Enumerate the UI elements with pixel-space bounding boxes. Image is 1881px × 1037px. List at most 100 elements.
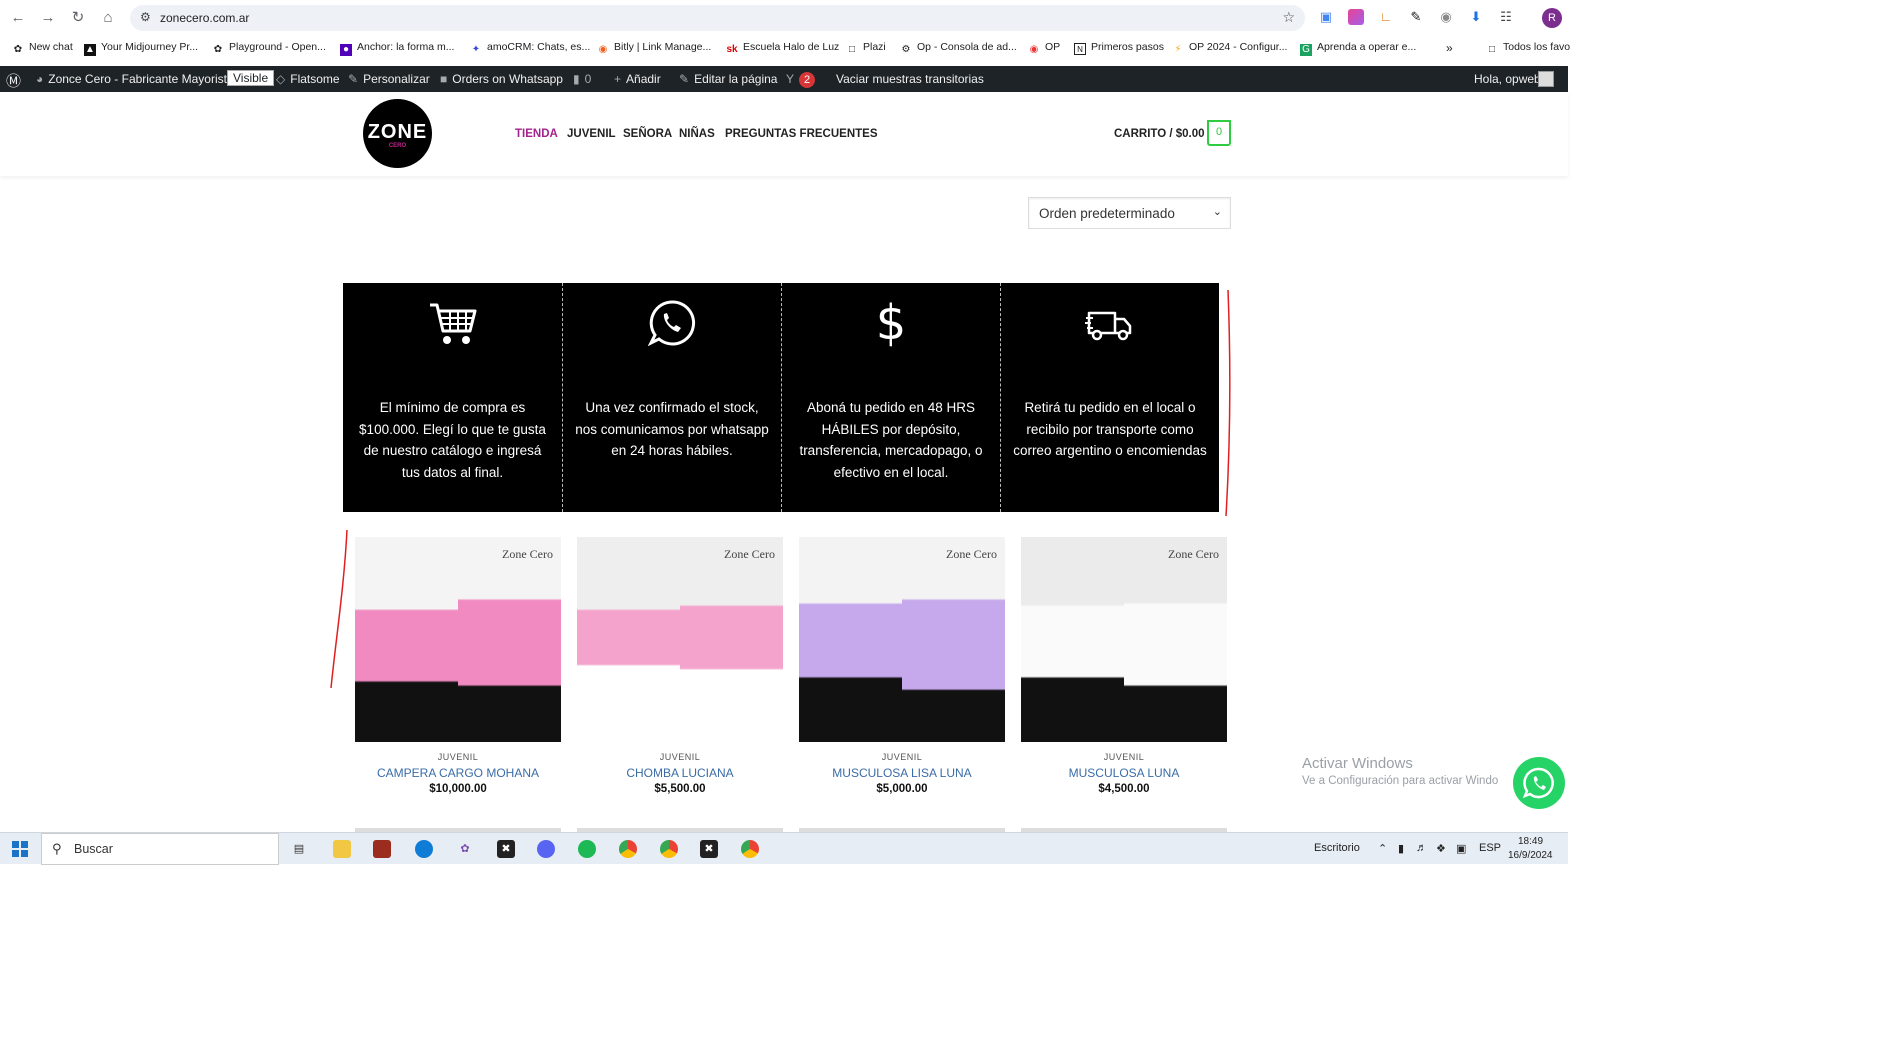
wordpress-icon[interactable]: Ⓜ bbox=[6, 70, 21, 91]
product-image-brand: Zone Cero bbox=[946, 547, 997, 561]
language-indicator[interactable]: ESP bbox=[1479, 842, 1501, 854]
wp-greeting[interactable]: Hola, opweb bbox=[1474, 72, 1541, 86]
whatsapp-float-button[interactable] bbox=[1513, 757, 1565, 809]
network-icon[interactable]: ▣ bbox=[1456, 842, 1466, 855]
chevron-up-icon[interactable]: ⌃ bbox=[1378, 842, 1387, 855]
site-logo[interactable]: ZONE CERO bbox=[363, 99, 432, 168]
bookmark-item[interactable]: ▲ Your Midjourney Pr... bbox=[84, 41, 198, 56]
info-box: Retirá tu pedido en el local o recibilo … bbox=[1000, 283, 1219, 512]
wp-orders-whatsapp[interactable]: ■ Orders on Whatsapp bbox=[440, 72, 563, 86]
reload-icon[interactable]: ↻ bbox=[68, 8, 88, 28]
avatar[interactable] bbox=[1538, 71, 1554, 87]
folder-icon: ■ bbox=[440, 72, 448, 86]
home-icon[interactable]: ⌂ bbox=[98, 8, 118, 28]
product-image[interactable]: Zone Cero bbox=[1021, 537, 1227, 742]
product-category[interactable]: JUVENIL bbox=[577, 752, 783, 762]
edge-icon[interactable] bbox=[415, 840, 433, 858]
extension-download-icon[interactable]: ⬇ bbox=[1468, 9, 1484, 25]
extension-translate-icon[interactable]: ▣ bbox=[1318, 9, 1334, 25]
bookmark-folder-all[interactable]: □ Todos los favo bbox=[1486, 41, 1570, 56]
extension-eyedropper-icon[interactable]: ✎ bbox=[1408, 9, 1424, 25]
annotation-line-left bbox=[330, 529, 348, 689]
dropbox-icon[interactable]: ❖ bbox=[1436, 842, 1446, 855]
menu-item-tienda[interactable]: TIENDA bbox=[515, 128, 558, 140]
info-box-text: Aboná tu pedido en 48 HRS HÁBILES por de… bbox=[799, 400, 983, 480]
windows-start-icon[interactable] bbox=[12, 841, 28, 857]
chrome-active-icon[interactable] bbox=[741, 840, 759, 858]
bookmark-item[interactable]: sk Escuela Halo de Luz bbox=[726, 41, 839, 56]
bookmark-item[interactable]: ⚙ Op - Consola de ad... bbox=[900, 41, 1017, 56]
bookmark-item[interactable]: ● Anchor: la forma m... bbox=[340, 41, 454, 56]
wp-comments[interactable]: ▮ 0 bbox=[573, 72, 591, 86]
cart-link[interactable]: CARRITO / $0.00 bbox=[1114, 128, 1205, 140]
wp-site-name[interactable]: ◕ Zonce Cero - Fabricante Mayorista bbox=[36, 72, 234, 86]
spotify-icon[interactable] bbox=[578, 840, 596, 858]
site-settings-icon[interactable]: ⚙ bbox=[140, 10, 151, 24]
product-image-brand: Zone Cero bbox=[1168, 547, 1219, 561]
clock-date[interactable]: 16/9/2024 bbox=[1508, 850, 1553, 861]
chrome-profile-icon[interactable] bbox=[660, 840, 678, 858]
product-title[interactable]: MUSCULOSA LISA LUNA bbox=[799, 766, 1005, 780]
chrome-icon[interactable] bbox=[619, 840, 637, 858]
discord-icon[interactable] bbox=[537, 840, 555, 858]
product-image[interactable]: Zone Cero bbox=[577, 537, 783, 742]
product-title[interactable]: MUSCULOSA LUNA bbox=[1021, 766, 1227, 780]
task-view-icon[interactable]: ▤ bbox=[290, 840, 308, 858]
product-title[interactable]: CHOMBA LUCIANA bbox=[577, 766, 783, 780]
bookmark-item[interactable]: ✿ Playground - Open... bbox=[212, 41, 326, 56]
sort-select[interactable]: Orden predeterminado ⌄ bbox=[1028, 197, 1231, 229]
product-category[interactable]: JUVENIL bbox=[799, 752, 1005, 762]
extension-camera-icon[interactable]: ◉ bbox=[1438, 9, 1454, 25]
cart-count-badge[interactable]: 0 bbox=[1207, 120, 1231, 146]
wp-yoast[interactable]: Y2 bbox=[786, 72, 816, 88]
battery-icon[interactable]: ▮ bbox=[1398, 842, 1404, 855]
forward-icon[interactable]: → bbox=[38, 8, 58, 28]
back-icon[interactable]: ← bbox=[8, 8, 28, 28]
bookmark-item[interactable]: ✿ New chat bbox=[12, 41, 73, 56]
extensions-puzzle-icon[interactable]: ☷ bbox=[1498, 9, 1514, 25]
extension-gradient-icon[interactable] bbox=[1348, 9, 1364, 25]
capcut-icon[interactable]: ✖ bbox=[700, 840, 718, 858]
menu-item-senora[interactable]: SEÑORA bbox=[623, 128, 672, 140]
bookmark-item[interactable]: ◉ OP bbox=[1028, 41, 1061, 56]
bookmark-item[interactable]: N Primeros pasos bbox=[1074, 41, 1164, 55]
bookmark-item[interactable]: ◉ Bitly | Link Manage... bbox=[597, 41, 712, 56]
wp-flatsome[interactable]: ◇ Flatsome bbox=[276, 72, 340, 86]
taskbar-search-placeholder: Buscar bbox=[74, 842, 113, 856]
address-bar[interactable]: ⚙ zonecero.com.ar ☆ bbox=[130, 5, 1305, 31]
capcut-icon[interactable]: ✖ bbox=[497, 840, 515, 858]
menu-item-preguntas-frecuentes[interactable]: PREGUNTAS FRECUENTES bbox=[725, 128, 878, 140]
wp-personalizar[interactable]: ✎ Personalizar bbox=[348, 72, 430, 86]
product-image-brand: Zone Cero bbox=[502, 547, 553, 561]
bookmark-item[interactable]: G Aprenda a operar e... bbox=[1300, 41, 1416, 56]
wp-edit-page[interactable]: ✎ Editar la página bbox=[679, 72, 777, 86]
file-explorer-icon[interactable] bbox=[333, 840, 351, 858]
extension-ruler-icon[interactable]: ∟ bbox=[1378, 9, 1394, 25]
taskbar-search[interactable]: ⚲ Buscar bbox=[41, 833, 279, 865]
menu-item-juvenil[interactable]: JUVENIL bbox=[567, 128, 616, 140]
menu-item-ninas[interactable]: NIÑAS bbox=[679, 128, 715, 140]
info-box-text: Una vez confirmado el stock, nos comunic… bbox=[575, 400, 769, 458]
wp-add-new[interactable]: + Añadir bbox=[614, 72, 661, 86]
product-category[interactable]: JUVENIL bbox=[355, 752, 561, 762]
bookmark-item[interactable]: ✦ amoCRM: Chats, es... bbox=[470, 41, 590, 56]
paint-icon[interactable]: ✿ bbox=[456, 840, 474, 858]
winrar-icon[interactable] bbox=[373, 840, 391, 858]
wp-purge-transients[interactable]: Vaciar muestras transitorias bbox=[836, 72, 984, 86]
more-bookmarks-icon[interactable]: » bbox=[1446, 41, 1453, 55]
product-category[interactable]: JUVENIL bbox=[1021, 752, 1227, 762]
product-title[interactable]: CAMPERA CARGO MOHANA bbox=[355, 766, 561, 780]
bookmark-star-icon[interactable]: ☆ bbox=[1282, 9, 1295, 26]
bookmark-item[interactable]: □ Plazi bbox=[846, 41, 886, 56]
windows-taskbar: ⚲ Buscar ▤ ✿ ✖ ✖ Escritorio ⌃ ▮ ♬ ❖ ▣ ES… bbox=[0, 832, 1568, 865]
bookmark-item[interactable]: ⚡ OP 2024 - Configur... bbox=[1172, 41, 1287, 56]
product-image[interactable]: Zone Cero bbox=[355, 537, 561, 742]
profile-avatar[interactable]: R bbox=[1542, 8, 1562, 28]
clock-time[interactable]: 18:49 bbox=[1518, 836, 1543, 847]
volume-icon[interactable]: ♬ bbox=[1416, 842, 1427, 854]
op-icon: ◉ bbox=[1029, 44, 1039, 55]
desktop-label[interactable]: Escritorio bbox=[1314, 842, 1360, 854]
url-text[interactable]: zonecero.com.ar bbox=[160, 11, 249, 25]
product-image[interactable]: Zone Cero bbox=[799, 537, 1005, 742]
midjourney-icon: ▲ bbox=[84, 44, 96, 56]
